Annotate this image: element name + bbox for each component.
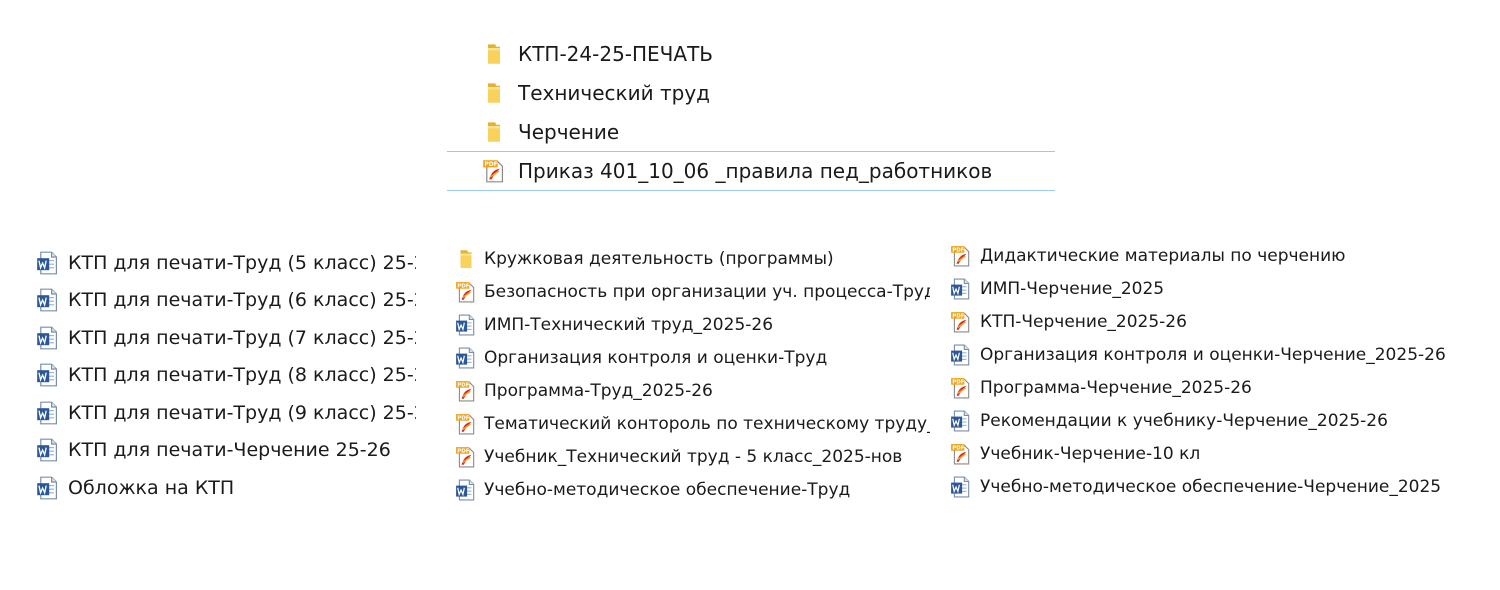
pdf-file-icon: PDF [455, 380, 477, 402]
file-column-3: PDF Дидактические материалы по черчению И… [950, 239, 1450, 503]
file-item-label: КТП-24-25-ПЕЧАТЬ [518, 41, 714, 66]
svg-text:PDF: PDF [952, 445, 965, 451]
file-item[interactable]: ИМП-Черчение_2025 [950, 272, 1450, 305]
file-item[interactable]: Рекомендации к учебнику-Черчение_2025-26 [950, 404, 1450, 437]
file-item-label: Организация контроля и оценки-Черчение_2… [980, 344, 1446, 365]
file-item-label: Организация контроля и оценки-Труд [484, 347, 828, 368]
top-file-group: КТП-24-25-ПЕЧАТЬ Технический труд Черчен… [447, 34, 1055, 191]
file-item-label: Учебник_Технический труд - 5 класс_2025-… [484, 446, 903, 467]
pdf-file-icon: PDF [455, 446, 477, 468]
svg-text:PDF: PDF [952, 313, 965, 319]
file-item[interactable]: Черчение [447, 112, 1055, 151]
word-document-icon [950, 476, 972, 498]
file-item-label: КТП для печати-Черчение 25-26 [68, 439, 391, 462]
file-item-label: Приказ 401_10_06 _правила пед_работников [518, 159, 993, 183]
file-item-label: Рекомендации к учебнику-Черчение_2025-26 [980, 410, 1388, 431]
word-document-icon [36, 401, 60, 425]
file-item[interactable]: PDF Программа-Черчение_2025-26 [950, 371, 1450, 404]
file-item[interactable]: Организация контроля и оценки-Черчение_2… [950, 338, 1450, 371]
file-item[interactable]: Технический труд [447, 73, 1055, 112]
file-item[interactable]: Обложка на КТП [36, 469, 416, 507]
svg-text:PDF: PDF [457, 283, 470, 289]
file-item[interactable]: КТП для печати-Труд (6 класс) 25-26 [36, 282, 416, 320]
file-item-label: Учебно-методическое обеспечение-Черчение… [980, 476, 1442, 497]
pdf-file-icon: PDF [950, 443, 972, 465]
word-document-icon [455, 314, 477, 336]
pdf-file-icon: PDF [950, 311, 972, 333]
word-document-icon [950, 410, 972, 432]
word-document-icon [950, 278, 972, 300]
file-item[interactable]: PDF Дидактические материалы по черчению [950, 239, 1450, 272]
word-document-icon [950, 344, 972, 366]
file-item-label: КТП для печати-Труд (7 класс) 25-26 [68, 326, 416, 349]
file-item[interactable]: Учебно-методическое обеспечение-Черчение… [950, 470, 1450, 503]
word-document-icon [36, 288, 60, 312]
file-item-label: Кружковая деятельность (программы) [484, 248, 834, 269]
file-item[interactable]: PDF Учебник_Технический труд - 5 класс_20… [455, 440, 930, 473]
file-item[interactable]: КТП для печати-Труд (8 класс) 25-26 [36, 357, 416, 395]
svg-text:PDF: PDF [457, 448, 470, 454]
file-column-1: КТП для печати-Труд (5 класс) 25-26 КТП … [36, 244, 416, 507]
file-item-label: Программа-Труд_2025-26 [484, 380, 713, 401]
svg-text:PDF: PDF [457, 382, 470, 388]
file-item[interactable]: PDF Тематический конторoль по техническом… [455, 407, 930, 440]
folder-icon [482, 120, 506, 144]
file-item-label: КТП для печати-Труд (5 класс) 25-26 [68, 251, 416, 274]
file-item-label: ИМП-Черчение_2025 [980, 278, 1165, 299]
file-item-label: Безопасность при организации уч. процесс… [484, 281, 930, 302]
pdf-file-icon: PDF [950, 377, 972, 399]
svg-text:PDF: PDF [457, 415, 470, 421]
file-item-label: КТП для печати-Труд (6 класс) 25-26 [68, 289, 416, 312]
file-item-label: КТП для печати-Труд (8 класс) 25-26 [68, 364, 416, 387]
file-item[interactable]: КТП для печати-Труд (7 класс) 25-26 [36, 319, 416, 357]
file-item[interactable]: Кружковая деятельность (программы) [455, 242, 930, 275]
file-item-label: Черчение [518, 119, 620, 144]
svg-text:PDF: PDF [484, 161, 497, 168]
svg-text:PDF: PDF [952, 247, 965, 253]
file-item-label: КТП-Черчение_2025-26 [980, 311, 1187, 332]
word-document-icon [36, 363, 60, 387]
file-item[interactable]: Учебно-методическое обеспечение-Труд [455, 473, 930, 506]
file-item[interactable]: PDF Безопасность при организации уч. проц… [455, 275, 930, 308]
file-item[interactable]: КТП для печати-Труд (5 класс) 25-26 [36, 244, 416, 282]
folder-icon [482, 42, 506, 66]
file-item[interactable]: Организация контроля и оценки-Труд [455, 341, 930, 374]
file-item-label: КТП для печати-Труд (9 класс) 25-26 [68, 401, 416, 424]
file-item-selected[interactable]: PDF Приказ 401_10_06 _правила пед_работн… [447, 151, 1055, 191]
file-item[interactable]: PDF Учебник-Черчение-10 кл [950, 437, 1450, 470]
word-document-icon [36, 476, 60, 500]
word-document-icon [36, 326, 60, 350]
file-item[interactable]: ИМП-Технический труд_2025-26 [455, 308, 930, 341]
file-item[interactable]: КТП для печати-Черчение 25-26 [36, 432, 416, 470]
word-document-icon [36, 251, 60, 275]
file-item-label: Технический труд [518, 80, 710, 105]
file-item[interactable]: PDF Программа-Труд_2025-26 [455, 374, 930, 407]
file-item-label: Обложка на КТП [68, 476, 235, 499]
word-document-icon [36, 438, 60, 462]
folder-icon [482, 81, 506, 105]
folder-icon [455, 248, 477, 270]
file-item-label: ИМП-Технический труд_2025-26 [484, 314, 774, 335]
file-item[interactable]: КТП-24-25-ПЕЧАТЬ [447, 34, 1055, 73]
pdf-file-icon: PDF [482, 159, 506, 183]
file-item-label: Дидактические материалы по черчению [980, 245, 1346, 266]
pdf-file-icon: PDF [455, 281, 477, 303]
file-item[interactable]: PDF КТП-Черчение_2025-26 [950, 305, 1450, 338]
file-item[interactable]: КТП для печати-Труд (9 класс) 25-26 [36, 394, 416, 432]
pdf-file-icon: PDF [455, 413, 477, 435]
word-document-icon [455, 347, 477, 369]
file-item-label: Учебно-методическое обеспечение-Труд [484, 479, 851, 500]
svg-text:PDF: PDF [952, 379, 965, 385]
pdf-file-icon: PDF [950, 245, 972, 267]
file-item-label: Тематический конторoль по техническому т… [484, 413, 930, 434]
word-document-icon [455, 479, 477, 501]
file-column-2: Кружковая деятельность (программы) PDF Бе… [455, 242, 930, 506]
file-item-label: Учебник-Черчение-10 кл [980, 443, 1201, 464]
file-item-label: Программа-Черчение_2025-26 [980, 377, 1252, 398]
